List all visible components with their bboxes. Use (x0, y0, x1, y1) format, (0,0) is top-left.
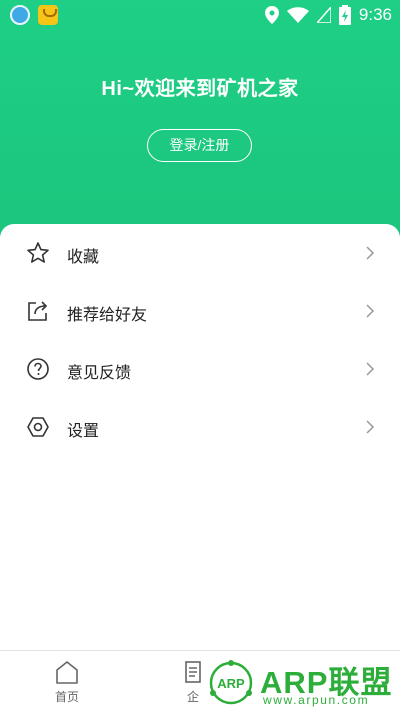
chevron-right-icon (366, 362, 375, 376)
question-circle-icon (27, 358, 49, 380)
share-icon (28, 301, 48, 321)
menu-item-feedback[interactable]: 意见反馈 (0, 340, 400, 398)
menu-item-label: 收藏 (67, 249, 100, 266)
battery-charging-icon (338, 5, 351, 25)
menu-item-label: 意见反馈 (67, 365, 132, 382)
menu-card: 收藏 推荐给好友 意见反馈 设置 (0, 224, 400, 650)
tab-home[interactable]: 首页 (32, 651, 102, 710)
star-icon (27, 242, 49, 263)
status-right-icons: 9:36 (264, 5, 392, 25)
arp-logo-icon: ARP (209, 660, 253, 705)
menu-item-label: 推荐给好友 (67, 307, 148, 324)
status-bar: 9:36 (0, 0, 400, 30)
chevron-right-icon (366, 246, 375, 260)
menu-item-recommend[interactable]: 推荐给好友 (0, 282, 400, 340)
location-pin-icon (264, 6, 279, 24)
status-time: 9:36 (358, 5, 392, 24)
login-register-button[interactable]: 登录/注册 (147, 129, 252, 162)
chevron-right-icon (366, 304, 375, 318)
arp-watermark: ARP ARP联盟 www.arpun.com (205, 655, 400, 710)
app-notification-icon (10, 5, 30, 25)
arp-logo-text: ARP (217, 676, 245, 691)
welcome-title: Hi~欢迎来到矿机之家 (101, 78, 299, 100)
wifi-icon (286, 7, 309, 23)
chevron-right-icon (366, 420, 375, 434)
profile-header: 9:36 Hi~欢迎来到矿机之家 登录/注册 (0, 0, 400, 260)
menu-item-label: 设置 (67, 423, 100, 440)
document-icon (185, 661, 201, 683)
menu-item-settings[interactable]: 设置 (0, 398, 400, 456)
cellular-signal-icon (316, 7, 331, 23)
settings-hexagon-icon (27, 417, 49, 437)
arp-url-text: www.arpun.com (263, 693, 370, 707)
status-left-icons (10, 5, 58, 25)
shopping-bag-app-icon (38, 5, 58, 25)
menu-item-favorites[interactable]: 收藏 (0, 224, 400, 282)
home-icon (56, 661, 78, 684)
tab-label: 首页 (54, 690, 79, 704)
